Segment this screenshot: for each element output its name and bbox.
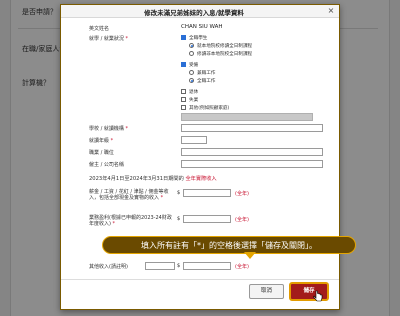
income-period-heading: 2023年4月1日至2024年3月31日期間的 全年實際收入 (89, 175, 217, 182)
dialog-title: 修改未滿兄弟姊妹的入息/就學資料 (144, 9, 244, 17)
employer-label: 僱主 / 公司名稱 (89, 162, 124, 168)
dialog-header: 修改未滿兄弟姊妹的入息/就學資料 × (61, 5, 339, 18)
full-time-student-checkbox[interactable] (181, 35, 186, 40)
other-income-description-input[interactable] (145, 262, 175, 270)
income-period-text: 2023年4月1日至2024年3月31日期間的 (89, 176, 184, 182)
business-annual-tag: (全年) (235, 217, 249, 223)
school-label: 學校 / 就讀機構 * (89, 125, 128, 132)
local-institution-label: 就本地院校修讀全日制課程 (197, 44, 253, 49)
school-input[interactable] (181, 124, 323, 132)
english-name-value: CHAN SIU WAH (181, 24, 223, 30)
employed-checkbox[interactable] (181, 62, 186, 67)
other-status-checkbox[interactable] (181, 105, 186, 110)
dialog-footer-divider (61, 279, 339, 280)
grade-label-text: 就讀年級 (89, 138, 110, 144)
instruction-tooltip: 填入所有註有「*」的空格後選擇「儲存及關閉」。 (102, 236, 356, 254)
tooltip-pointer (244, 252, 256, 259)
non-local-institution-radio[interactable] (189, 51, 194, 56)
full-time-work-label: 全職工作 (197, 79, 216, 84)
part-time-label: 兼職工作 (197, 71, 216, 76)
other-status-input[interactable] (181, 113, 313, 121)
required-mark: * (125, 126, 128, 132)
business-income-label: 業務盈利(根據已申報的2023-24財政年度收入) * (89, 215, 175, 227)
other-income-dollar-sign: $ (177, 263, 181, 269)
save-button[interactable]: 儲存 (289, 282, 329, 301)
full-time-work-radio[interactable] (189, 78, 194, 83)
employer-input[interactable] (181, 160, 323, 168)
english-name-label: 英文姓名 (89, 26, 110, 32)
business-income-input[interactable] (183, 215, 231, 223)
other-income-annual-tag: (全年) (235, 264, 249, 270)
unemployed-checkbox[interactable] (181, 97, 186, 102)
part-time-radio[interactable] (189, 70, 194, 75)
salary-dollar-sign: $ (177, 190, 181, 196)
edit-sibling-dialog: 修改未滿兄弟姊妹的入息/就學資料 × 英文姓名 CHAN SIU WAH 就學 … (60, 4, 340, 310)
employed-label: 受僱 (189, 63, 199, 68)
retired-label: 退休 (189, 90, 199, 95)
non-local-institution-label: 修讀非本地院校全日制課程 (197, 52, 253, 57)
required-mark: * (125, 36, 128, 42)
business-income-text: 業務盈利(根據已申報的2023-24財政年度收入) (89, 215, 172, 227)
school-label-text: 學校 / 就讀機構 (89, 126, 124, 132)
income-period-highlight: 全年實際收入 (185, 176, 217, 182)
salary-income-text: 薪金 / 工資 / 花紅 / 津貼 / 佣金等收入，包括全部現金及實物的收入 (89, 189, 169, 201)
unemployed-label: 失業 (189, 98, 199, 103)
full-time-student-label: 全職學生 (189, 36, 208, 41)
grade-input[interactable] (181, 136, 207, 144)
pointer-cursor-icon (313, 290, 323, 302)
salary-income-label: 薪金 / 工資 / 花紅 / 津貼 / 佣金等收入，包括全部現金及實物的收入 * (89, 189, 175, 201)
local-institution-radio[interactable] (189, 43, 194, 48)
other-income-input[interactable] (183, 262, 231, 270)
occupation-label: 職業 / 職位 (89, 150, 114, 156)
required-mark: * (112, 221, 116, 227)
study-status-text: 就學 / 就業狀況 (89, 36, 124, 42)
study-status-label: 就學 / 就業狀況 * (89, 35, 128, 42)
other-status-label: 其他(例如照顧家庭) (189, 106, 230, 111)
required-mark: * (160, 195, 164, 201)
retired-checkbox[interactable] (181, 89, 186, 94)
occupation-input[interactable] (181, 148, 323, 156)
close-icon[interactable]: × (326, 6, 336, 16)
grade-label: 就讀年級 * (89, 137, 113, 144)
business-dollar-sign: $ (177, 216, 181, 222)
required-mark: * (110, 138, 114, 144)
instruction-tooltip-text: 填入所有註有「*」的空格後選擇「儲存及關閉」。 (141, 241, 317, 250)
other-income-label: 其他收入(請註明) (89, 264, 128, 270)
cancel-button[interactable]: 取消 (249, 284, 284, 299)
salary-annual-tag: (全年) (235, 191, 249, 197)
salary-income-input[interactable] (183, 189, 231, 197)
